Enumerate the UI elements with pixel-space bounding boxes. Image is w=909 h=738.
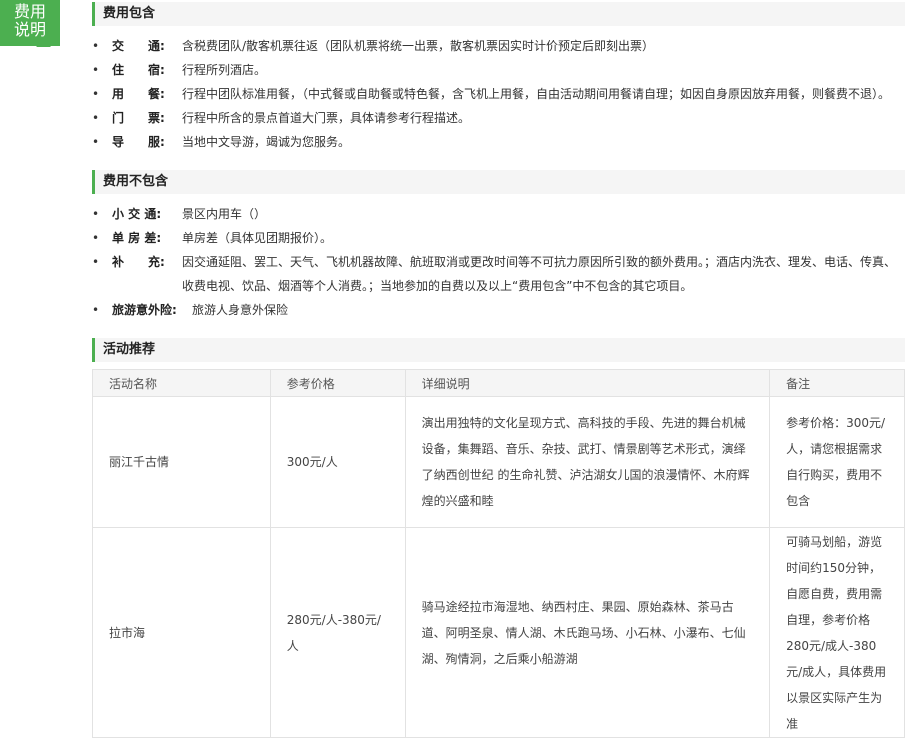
col-header-name: 活动名称 — [92, 369, 271, 397]
list-item: 单 房 差: 单房差（具体见团期报价）。 — [92, 226, 905, 250]
item-label: 用 餐: — [112, 87, 165, 101]
activity-name: 丽江千古情 — [92, 396, 271, 528]
excluded-heading: 费用不包含 — [92, 170, 905, 194]
list-item: 交 通: 含税费团队/散客机票往返（团队机票将统一出票，散客机票因实时计价预定后即… — [92, 34, 905, 58]
excluded-section: 费用不包含 小 交 通: 景区内用车（） 单 房 差: 单房差（具体见团期报价）。 … — [92, 170, 905, 322]
list-item: 旅游意外险: 旅游人身意外保险 — [92, 298, 905, 322]
activity-price: 280元/人-380元/人 — [269, 527, 406, 738]
list-item: 住 宿: 行程所列酒店。 — [92, 58, 905, 82]
item-value: 单房差（具体见团期报价）。 — [182, 231, 333, 245]
item-value: 行程中团队标准用餐，（中式餐或自助餐或特色餐，含飞机上用餐，自由活动期间用餐请自… — [182, 87, 891, 101]
item-label: 住 宿: — [112, 63, 165, 77]
activity-note: 参考价格：300元/人，请您根据需求自行购买，费用不包含 — [769, 396, 905, 528]
item-label: 导 服: — [112, 135, 165, 149]
item-label: 单 房 差: — [112, 231, 162, 245]
item-label: 补 充: — [112, 255, 165, 269]
activities-heading: 活动推荐 — [92, 338, 905, 362]
item-value: 行程所列酒店。 — [182, 63, 267, 77]
item-value: 因交通延阻、罢工、天气、飞机机器故障、航班取消或更改时间等不可抗力原因所引致的额… — [182, 255, 897, 293]
activity-detail: 演出用独特的文化呈现方式、高科技的手段、先进的舞台机械设备，集舞蹈、音乐、杂技、… — [404, 396, 771, 528]
table-header-row: 活动名称 参考价格 详细说明 备注 — [92, 369, 905, 397]
included-section: 费用包含 交 通: 含税费团队/散客机票往返（团队机票将统一出票，散客机票因实时计… — [92, 2, 905, 154]
activity-detail: 骑马途经拉市海湿地、纳西村庄、果园、原始森林、茶马古道、阿明圣泉、情人湖、木氏跑… — [404, 527, 771, 738]
col-header-note: 备注 — [769, 369, 905, 397]
item-label: 门 票: — [112, 111, 165, 125]
table-row: 拉市海 280元/人-380元/人 骑马途经拉市海湿地、纳西村庄、果园、原始森林… — [92, 527, 905, 738]
list-item: 补 充: 因交通延阻、罢工、天气、飞机机器故障、航班取消或更改时间等不可抗力原因所… — [92, 250, 905, 298]
list-item: 用 餐: 行程中团队标准用餐，（中式餐或自助餐或特色餐，含飞机上用餐，自由活动期间… — [92, 82, 905, 106]
item-value: 当地中文导游，竭诚为您服务。 — [182, 135, 351, 149]
activities-section: 活动推荐 — [92, 338, 905, 362]
col-header-price: 参考价格 — [269, 369, 406, 397]
activity-name: 拉市海 — [92, 527, 271, 738]
col-header-detail: 详细说明 — [404, 369, 771, 397]
item-value: 含税费团队/散客机票往返（团队机票将统一出票，散客机票因实时计价预定后即刻出票） — [182, 39, 655, 53]
list-item: 小 交 通: 景区内用车（） — [92, 202, 905, 226]
item-label: 小 交 通: — [112, 207, 162, 221]
included-list: 交 通: 含税费团队/散客机票往返（团队机票将统一出票，散客机票因实时计价预定后即… — [92, 34, 905, 154]
included-heading: 费用包含 — [92, 2, 905, 26]
activity-price: 300元/人 — [269, 396, 406, 528]
excluded-list: 小 交 通: 景区内用车（） 单 房 差: 单房差（具体见团期报价）。 补 充: 因交… — [92, 202, 905, 322]
item-value: 旅游人身意外保险 — [192, 303, 289, 317]
activities-table: 活动名称 参考价格 详细说明 备注 丽江千古情 300元/人 演出用独特的文化呈… — [92, 369, 905, 738]
list-item: 门 票: 行程中所含的景点首道大门票，具体请参考行程描述。 — [92, 106, 905, 130]
activity-note: 可骑马划船，游览时间约150分钟，自愿自费，费用需自理，参考价格280元/成人-… — [769, 527, 905, 738]
item-label: 旅游意外险: — [112, 303, 177, 317]
item-label: 交 通: — [112, 39, 165, 53]
item-value: 行程中所含的景点首道大门票，具体请参考行程描述。 — [182, 111, 471, 125]
activities-table-wrap: 活动名称 参考价格 详细说明 备注 丽江千古情 300元/人 演出用独特的文化呈… — [92, 369, 905, 738]
list-item: 导 服: 当地中文导游，竭诚为您服务。 — [92, 130, 905, 154]
table-row: 丽江千古情 300元/人 演出用独特的文化呈现方式、高科技的手段、先进的舞台机械… — [92, 396, 905, 528]
item-value: 景区内用车（） — [182, 207, 267, 221]
tag-line-1: 费用 — [13, 2, 46, 21]
